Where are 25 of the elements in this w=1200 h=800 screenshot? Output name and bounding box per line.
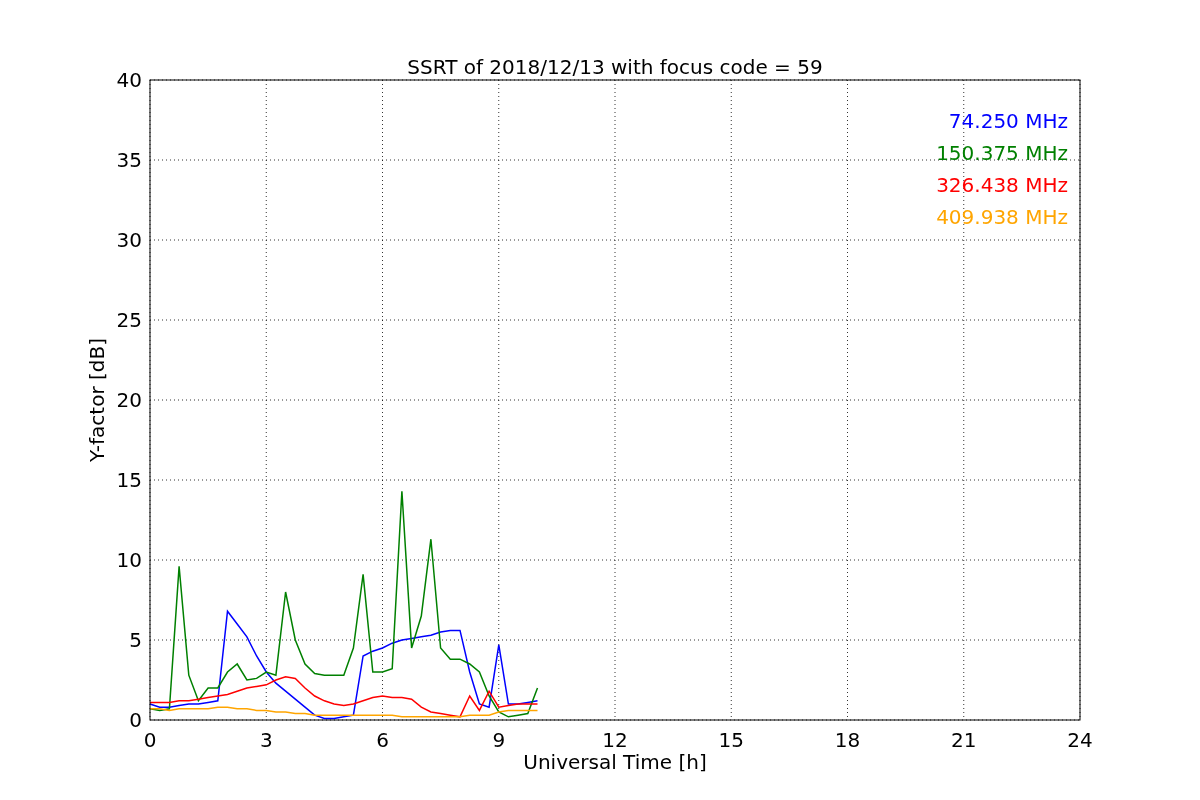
y-tick-label: 10 xyxy=(116,548,142,572)
x-tick-label: 3 xyxy=(259,728,273,752)
y-tick-label: 30 xyxy=(116,228,142,252)
legend-label: 326.438 MHz xyxy=(936,173,1068,197)
y-tick-label: 25 xyxy=(116,308,142,332)
legend-label: 409.938 MHz xyxy=(936,205,1068,229)
y-tick-label: 0 xyxy=(129,708,142,732)
x-tick-label: 21 xyxy=(951,728,977,752)
x-tick-label: 15 xyxy=(718,728,744,752)
y-tick-label: 15 xyxy=(116,468,142,492)
x-axis-label: Universal Time [h] xyxy=(523,750,707,774)
legend-label: 150.375 MHz xyxy=(936,141,1068,165)
y-axis-label: Y-factor [dB] xyxy=(85,338,109,462)
x-tick-label: 9 xyxy=(492,728,506,752)
y-tick-label: 40 xyxy=(116,68,142,92)
y-tick-label: 20 xyxy=(116,388,142,412)
legend-label: 74.250 MHz xyxy=(948,109,1068,133)
chart-title: SSRT of 2018/12/13 with focus code = 59 xyxy=(407,55,823,79)
x-tick-label: 6 xyxy=(376,728,389,752)
x-tick-label: 0 xyxy=(143,728,157,752)
y-tick-label: 35 xyxy=(116,148,142,172)
x-tick-label: 12 xyxy=(602,728,628,752)
y-tick-label: 5 xyxy=(129,628,142,652)
x-tick-label: 24 xyxy=(1067,728,1093,752)
x-tick-label: 18 xyxy=(834,728,861,752)
